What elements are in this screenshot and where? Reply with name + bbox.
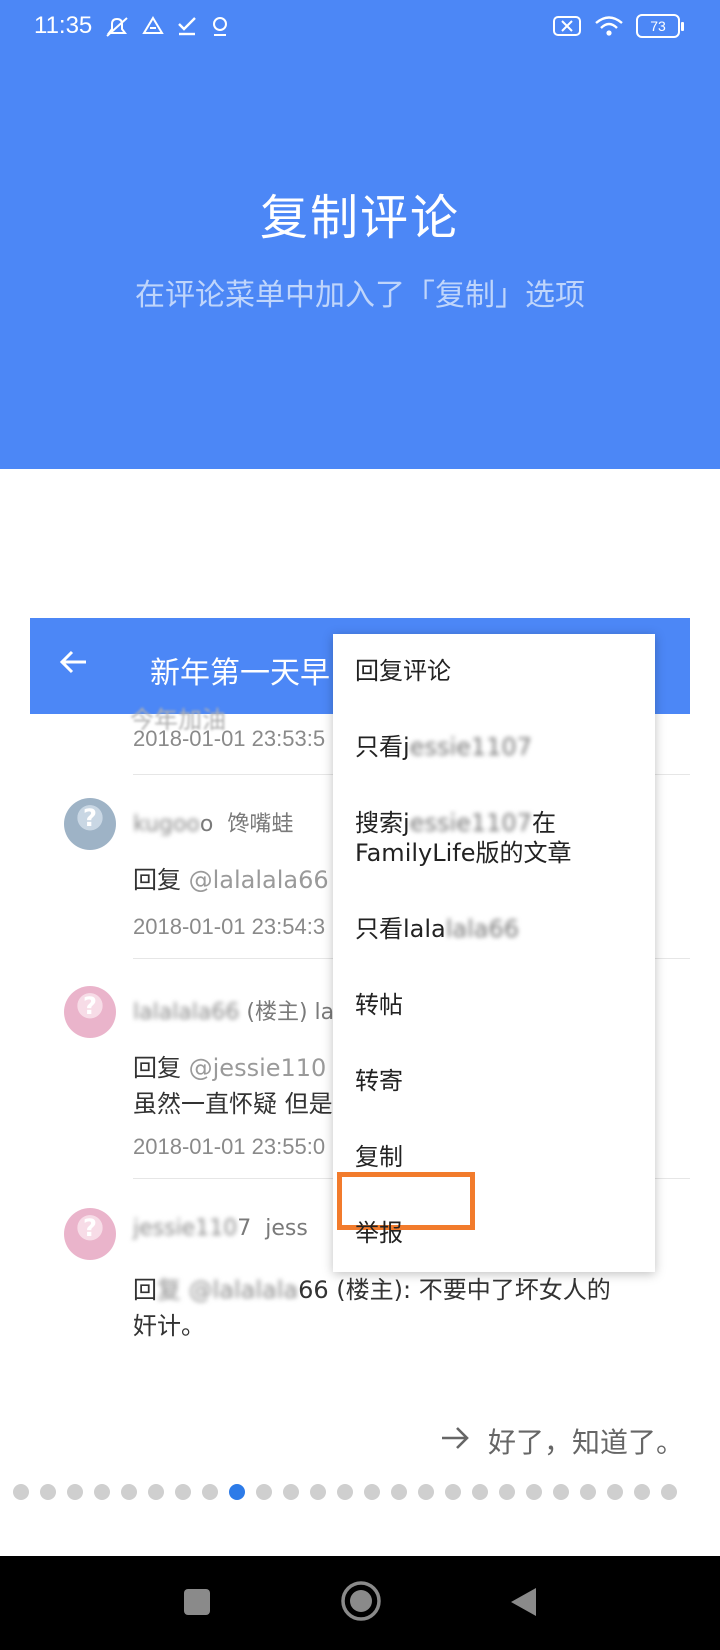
page-dot[interactable] — [445, 1484, 461, 1500]
drive-icon — [142, 15, 164, 39]
menu-item-mail[interactable]: 转寄 — [355, 1066, 403, 1096]
system-nav-bar — [0, 1556, 720, 1650]
page-dot[interactable] — [310, 1484, 326, 1500]
page-dot[interactable] — [607, 1484, 623, 1500]
status-right-icons: 73 — [552, 14, 684, 38]
got-it-button[interactable]: 好了，知道了。 — [440, 1421, 684, 1461]
page-dot[interactable] — [94, 1484, 110, 1500]
page-dot-active[interactable] — [229, 1484, 245, 1500]
page-dot[interactable] — [40, 1484, 56, 1500]
avatar: ? — [64, 1208, 116, 1260]
comment-body-line2: 虽然一直怀疑 但是 — [133, 1090, 333, 1118]
page-dot[interactable] — [472, 1484, 488, 1500]
page-indicator — [13, 1484, 713, 1500]
sim-x-icon — [552, 15, 582, 37]
page-dot[interactable] — [13, 1484, 29, 1500]
comment-time: 2018-01-01 23:54:3 — [133, 914, 326, 939]
arrow-right-icon — [440, 1425, 470, 1458]
location-icon — [210, 15, 230, 39]
comment-body-line2: 奸计。 — [133, 1312, 205, 1340]
status-bar: 11:35 73 — [0, 0, 720, 56]
page-dot[interactable] — [202, 1484, 218, 1500]
page-dot[interactable] — [121, 1484, 137, 1500]
page-dot[interactable] — [634, 1484, 650, 1500]
menu-item-forward[interactable]: 转帖 — [355, 990, 403, 1020]
feature-hero: 11:35 73 复制评论 在评论菜单中加入了「复制」选项 — [0, 0, 720, 469]
page-dot[interactable] — [526, 1484, 542, 1500]
menu-item-report[interactable]: 举报 — [355, 1218, 403, 1248]
got-it-label: 好了，知道了。 — [487, 1426, 684, 1459]
menu-item-reply[interactable]: 回复评论 — [355, 656, 451, 686]
page-dot[interactable] — [256, 1484, 272, 1500]
page-dot[interactable] — [364, 1484, 380, 1500]
feature-preview-image: 新年第一天早 今年加油 2018-01-01 23:53:5 ? kugooo … — [30, 618, 690, 1378]
avatar: ? — [64, 986, 116, 1038]
page-dot[interactable] — [337, 1484, 353, 1500]
comment-author: jessie1107 jess — [133, 1216, 308, 1241]
comment-time: 2018-01-01 23:55:0 — [133, 1134, 326, 1159]
check-icon — [176, 15, 198, 39]
page-dot[interactable] — [661, 1484, 677, 1500]
menu-item-copy[interactable]: 复制 — [355, 1142, 403, 1172]
page-dot[interactable] — [499, 1484, 515, 1500]
menu-item-only-op[interactable]: 只看lalalala66 — [355, 914, 519, 944]
page-dot[interactable] — [418, 1484, 434, 1500]
page-dot[interactable] — [580, 1484, 596, 1500]
preview-thread-title: 新年第一天早 — [150, 656, 330, 691]
back-icon[interactable] — [508, 1584, 538, 1624]
status-left-icons — [104, 15, 230, 39]
menu-item-only-author[interactable]: 只看jessie1107 — [355, 732, 532, 762]
comment-time: 2018-01-01 23:53:5 — [133, 726, 326, 751]
page-dot[interactable] — [283, 1484, 299, 1500]
home-icon[interactable] — [340, 1580, 382, 1626]
feature-subtitle: 在评论菜单中加入了「复制」选项 — [135, 278, 585, 313]
page-dot[interactable] — [175, 1484, 191, 1500]
whats-new-screen: 11:35 73 复制评论 在评论菜单中加入了「复制」选项 新年第一天早 今年加… — [0, 0, 720, 1650]
feature-title: 复制评论 — [259, 190, 460, 246]
comment-body: 回复 @lalalala66 (楼主): 不要中了坏女人的 — [133, 1276, 611, 1304]
page-dot[interactable] — [148, 1484, 164, 1500]
comment-author: lalalala66 (楼主) lal — [133, 1000, 341, 1025]
comment-body: 回复 @jessie110 — [133, 1054, 327, 1082]
page-dot[interactable] — [553, 1484, 569, 1500]
battery-icon: 73 — [636, 14, 684, 38]
comment-context-menu: 回复评论 只看jessie1107 搜索jessie1107在 FamilyLif… — [333, 634, 655, 1272]
page-dot[interactable] — [391, 1484, 407, 1500]
back-arrow-icon — [58, 646, 90, 682]
comment-body: 回复 @lalalala66 — [133, 866, 329, 894]
comment-author: kugooo 馋嘴蛙 — [133, 812, 294, 837]
menu-item-search-author[interactable]: 搜索jessie1107在 FamilyLife版的文章 — [355, 808, 571, 868]
page-dot[interactable] — [67, 1484, 83, 1500]
silent-icon — [104, 15, 130, 39]
wifi-icon — [594, 15, 624, 37]
recents-icon[interactable] — [182, 1584, 212, 1624]
avatar: ? — [64, 798, 116, 850]
status-time: 11:35 — [34, 12, 93, 39]
